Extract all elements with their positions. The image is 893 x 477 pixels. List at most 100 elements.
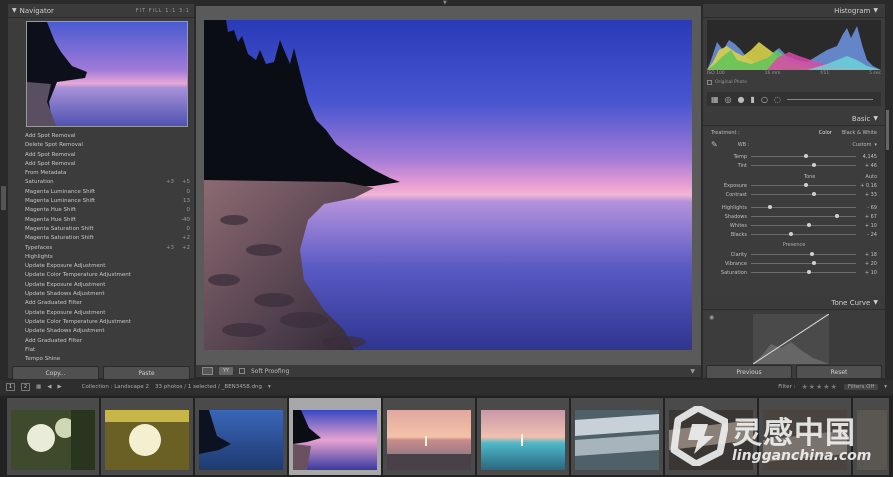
toolbar-menu-icon[interactable]: ▼ [690,368,695,375]
copy-button[interactable]: Copy... [12,366,99,380]
histogram-header[interactable]: Histogram ▼ [703,4,885,18]
chevron-down-icon[interactable]: ▾ [884,384,887,390]
radial-filter-icon[interactable]: ○ [761,95,768,104]
history-item[interactable]: Magenta Saturation Shift 0 [8,225,194,234]
main-photo[interactable] [204,20,692,350]
highlights-slider[interactable] [751,205,856,209]
history-item[interactable]: Flat [8,346,194,355]
wb-dropdown[interactable]: Custom [852,142,871,148]
history-item[interactable]: Typefaces +3 +2 [8,244,194,253]
loupe-view-button[interactable] [202,367,213,375]
history-list[interactable]: Add Spot Removal Delete Spot Removal Add S… [8,132,194,364]
history-item[interactable]: Delete Spot Removal [8,141,194,150]
highlights-value[interactable]: - 69 [859,205,877,211]
history-item[interactable]: Magenta Luminance Shift 0 [8,188,194,197]
temp-value[interactable]: 4,145 [859,154,877,160]
shadows-slider[interactable] [751,214,856,218]
tint-slider-knob[interactable] [812,163,816,167]
left-panel-toggle[interactable] [1,186,6,210]
photo-count[interactable]: 33 photos / 1 selected / _BEN3458.dng [155,384,262,390]
crop-tool-icon[interactable]: ▦ [711,95,719,104]
adjustment-brush-icon[interactable]: ◌ [774,95,781,104]
vibrance-slider[interactable] [751,261,856,265]
contrast-value[interactable]: + 33 [859,192,877,198]
whites-slider[interactable] [751,223,856,227]
exposure-value[interactable]: + 0.16 [859,183,877,189]
navigator-zoom-levels[interactable]: FIT FILL 1:1 3:1 [136,8,190,14]
filmstrip-thumb[interactable] [7,398,99,475]
navigator-preview[interactable] [26,21,188,127]
whites-slider-knob[interactable] [806,223,811,227]
clarity-slider[interactable] [751,252,856,256]
soft-proofing-checkbox[interactable] [239,368,245,374]
clarity-slider-knob[interactable] [809,252,814,256]
collapse-triangle-icon[interactable]: ▼ [873,299,878,306]
saturation-slider-knob[interactable] [806,270,811,274]
filmstrip-thumb[interactable] [383,398,475,475]
treatment-color[interactable]: Color [819,130,832,136]
secondary-window-button[interactable]: 2 [21,383,30,391]
temp-slider[interactable] [751,154,856,158]
blacks-value[interactable]: - 24 [859,232,877,238]
history-item[interactable]: From Metadata [8,169,194,178]
white-balance-picker-icon[interactable]: ✎ [711,140,718,149]
clarity-value[interactable]: + 18 [859,252,877,258]
tint-value[interactable]: + 46 [859,163,877,169]
original-photo-checkbox[interactable] [707,80,712,85]
grid-view-icon[interactable]: ▦ [36,384,41,390]
history-item[interactable]: Tempo Shine [8,355,194,364]
contrast-slider[interactable] [751,192,856,196]
filters-dropdown[interactable]: Filters Off [843,384,879,390]
filmstrip-thumb[interactable] [477,398,569,475]
history-item[interactable]: Magenta Saturation Shift +2 [8,234,194,243]
collapse-triangle-icon[interactable]: ▼ [873,115,878,122]
history-item[interactable]: Add Spot Removal [8,132,194,141]
history-item[interactable]: Add Graduated Filter [8,337,194,346]
graduated-filter-icon[interactable]: ▮ [751,95,755,104]
filmstrip-thumb[interactable] [571,398,663,475]
blacks-slider[interactable] [751,232,856,236]
history-item[interactable]: Magenta Hue Shift 0 [8,206,194,215]
filmstrip-thumb-selected[interactable] [289,398,381,475]
rating-filter-stars[interactable]: ★★★★★ [801,383,837,391]
chevron-down-icon[interactable]: ▾ [874,142,877,148]
vibrance-slider-knob[interactable] [812,261,816,265]
tone-curve-graph[interactable] [753,314,829,364]
forward-arrow-icon[interactable]: ▶ [57,384,61,390]
history-item[interactable]: Saturation +3 +5 [8,178,194,187]
shadows-value[interactable]: + 67 [859,214,877,220]
history-item[interactable]: Update Exposure Adjustment [8,281,194,290]
history-item[interactable]: Update Shadows Adjustment [8,327,194,336]
collapse-triangle-icon[interactable]: ▼ [873,7,878,14]
paste-button[interactable]: Paste [103,366,190,380]
collection-name[interactable]: Collection : Landscape 2 [82,384,149,390]
collapse-triangle-icon[interactable]: ▼ [12,7,17,14]
contrast-slider-knob[interactable] [812,192,816,196]
spot-removal-icon[interactable]: ◎ [725,95,732,104]
temp-slider-knob[interactable] [803,154,808,158]
tone-curve-header[interactable]: Tone Curve ▼ [703,296,885,310]
history-item[interactable]: Update Color Temperature Adjustment [8,271,194,280]
primary-window-button[interactable]: 1 [6,383,15,391]
treatment-black-white[interactable]: Black & White [842,130,877,136]
filmstrip-thumb[interactable] [101,398,193,475]
shadows-slider-knob[interactable] [835,214,840,218]
history-item[interactable]: Update Shadows Adjustment [8,290,194,299]
target-adjust-icon[interactable]: ◉ [709,314,714,321]
whites-value[interactable]: + 10 [859,223,877,229]
vibrance-value[interactable]: + 20 [859,261,877,267]
basic-header[interactable]: Basic ▼ [703,112,885,126]
saturation-value[interactable]: + 10 [859,270,877,276]
history-item[interactable]: Magenta Hue Shift -40 [8,216,194,225]
back-arrow-icon[interactable]: ◀ [47,384,51,390]
reset-button[interactable]: Reset [796,365,882,379]
highlights-slider-knob[interactable] [767,205,772,209]
saturation-slider[interactable] [751,270,856,274]
navigator-header[interactable]: ▼ Navigator FIT FILL 1:1 3:1 [8,4,194,18]
history-item[interactable]: Magenta Luminance Shift 13 [8,197,194,206]
history-item[interactable]: Update Exposure Adjustment [8,262,194,271]
red-eye-icon[interactable]: ● [738,95,745,104]
tint-slider[interactable] [751,163,856,167]
history-item[interactable]: Highlights [8,253,194,262]
history-item[interactable]: Update Exposure Adjustment [8,309,194,318]
